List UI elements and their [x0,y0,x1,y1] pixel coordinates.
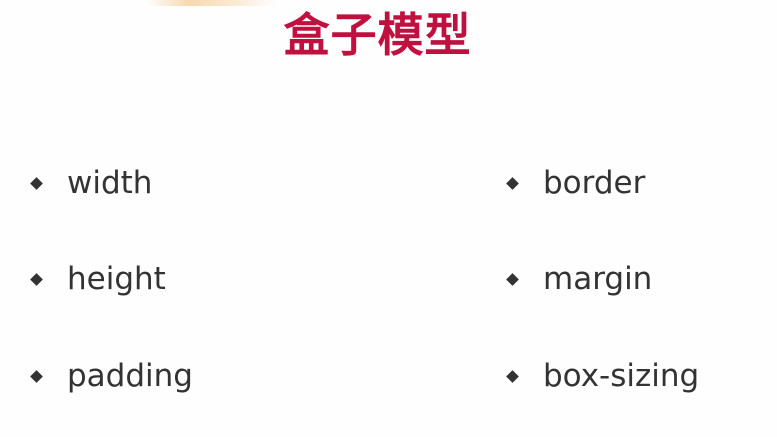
diamond-bullet-icon [30,369,43,383]
list-item-label: margin [543,261,653,297]
slide: 盒子模型 width height padding border margin … [0,0,777,437]
list-item-label: height [67,261,166,297]
list-item-label: padding [67,358,193,394]
list-item: height [30,259,166,299]
diamond-bullet-icon [506,272,519,286]
bullet-list: width height padding border margin box-s… [0,0,777,437]
list-item-label: box-sizing [543,358,700,394]
diamond-bullet-icon [30,176,43,190]
list-item: padding [30,356,193,396]
list-item: margin [506,259,653,299]
list-item-label: border [543,165,646,201]
list-item: width [30,163,153,203]
list-item-label: width [67,165,153,201]
list-item: border [506,163,646,203]
diamond-bullet-icon [506,369,519,383]
diamond-bullet-icon [506,176,519,190]
list-item: box-sizing [506,356,700,396]
diamond-bullet-icon [30,272,43,286]
